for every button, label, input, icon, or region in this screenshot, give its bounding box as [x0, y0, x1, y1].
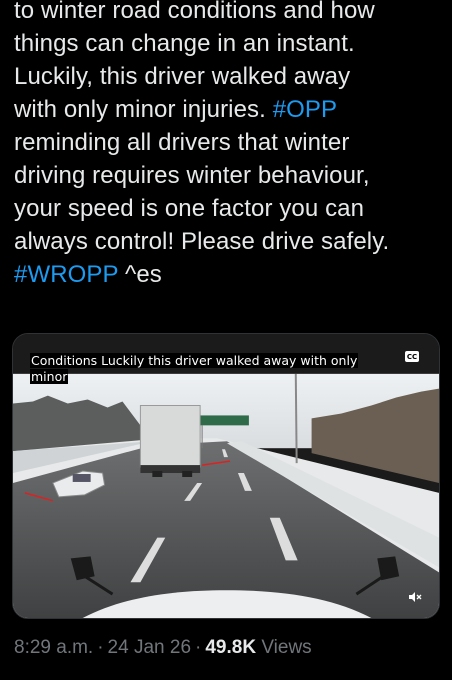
- tweet-line: driving requires winter behaviour,: [14, 159, 444, 192]
- cc-label: CC: [406, 352, 418, 361]
- video-caption: Conditions Luckily this driver walked aw…: [30, 353, 390, 385]
- tweet-line: to winter road conditions and how: [14, 0, 444, 27]
- hashtag-link-wropp[interactable]: #WROPP: [14, 261, 118, 288]
- tweet-metadata: 8:29 a.m. · 24 Jan 26 · 49.8K Views: [14, 637, 312, 659]
- tweet-text-segment: to winter road conditions and how: [14, 0, 375, 24]
- tweet-body: to winter road conditions and how things…: [14, 0, 444, 291]
- tweet-line: things can change in an instant.: [14, 27, 444, 60]
- tweet-text-segment: with only minor injuries.: [14, 96, 273, 123]
- tweet-line: with only minor injuries. #OPP: [14, 93, 444, 126]
- tweet-line: your speed is one factor you can: [14, 192, 444, 225]
- tweet-text-segment: always control! Please drive safely.: [14, 228, 390, 255]
- tweet-line: always control! Please drive safely.: [14, 225, 444, 258]
- tweet-text-segment: your speed is one factor you can: [14, 195, 365, 222]
- views-label: Views: [261, 637, 312, 658]
- tweet-text-segment: Luckily, this driver walked away: [14, 63, 351, 90]
- separator: ·: [195, 637, 202, 658]
- caption-line: minor: [30, 369, 69, 384]
- tweet-text-segment: things can change in an instant.: [14, 30, 355, 57]
- tweet-date[interactable]: 24 Jan 26: [108, 637, 191, 658]
- tweet-text-segment: ^es: [118, 261, 162, 288]
- views-count: 49.8K: [205, 637, 257, 658]
- tweet-line: #WROPP ^es: [14, 258, 444, 291]
- hashtag-link-opp[interactable]: #OPP: [273, 96, 337, 123]
- mute-toggle-button[interactable]: [405, 588, 425, 606]
- tweet-time[interactable]: 8:29 a.m.: [14, 637, 93, 658]
- tweet-text-segment: driving requires winter behaviour,: [14, 162, 370, 189]
- closed-captions-button[interactable]: CC: [405, 351, 419, 362]
- caption-line: Conditions Luckily this driver walked aw…: [30, 353, 359, 368]
- tweet-line: reminding all drivers that winter: [14, 126, 444, 159]
- tweet-text-segment: reminding all drivers that winter: [14, 129, 350, 156]
- tweet-line: Luckily, this driver walked away: [14, 60, 444, 93]
- separator: ·: [97, 637, 104, 658]
- volume-muted-icon: [409, 592, 422, 602]
- video-player[interactable]: Conditions Luckily this driver walked aw…: [12, 333, 440, 619]
